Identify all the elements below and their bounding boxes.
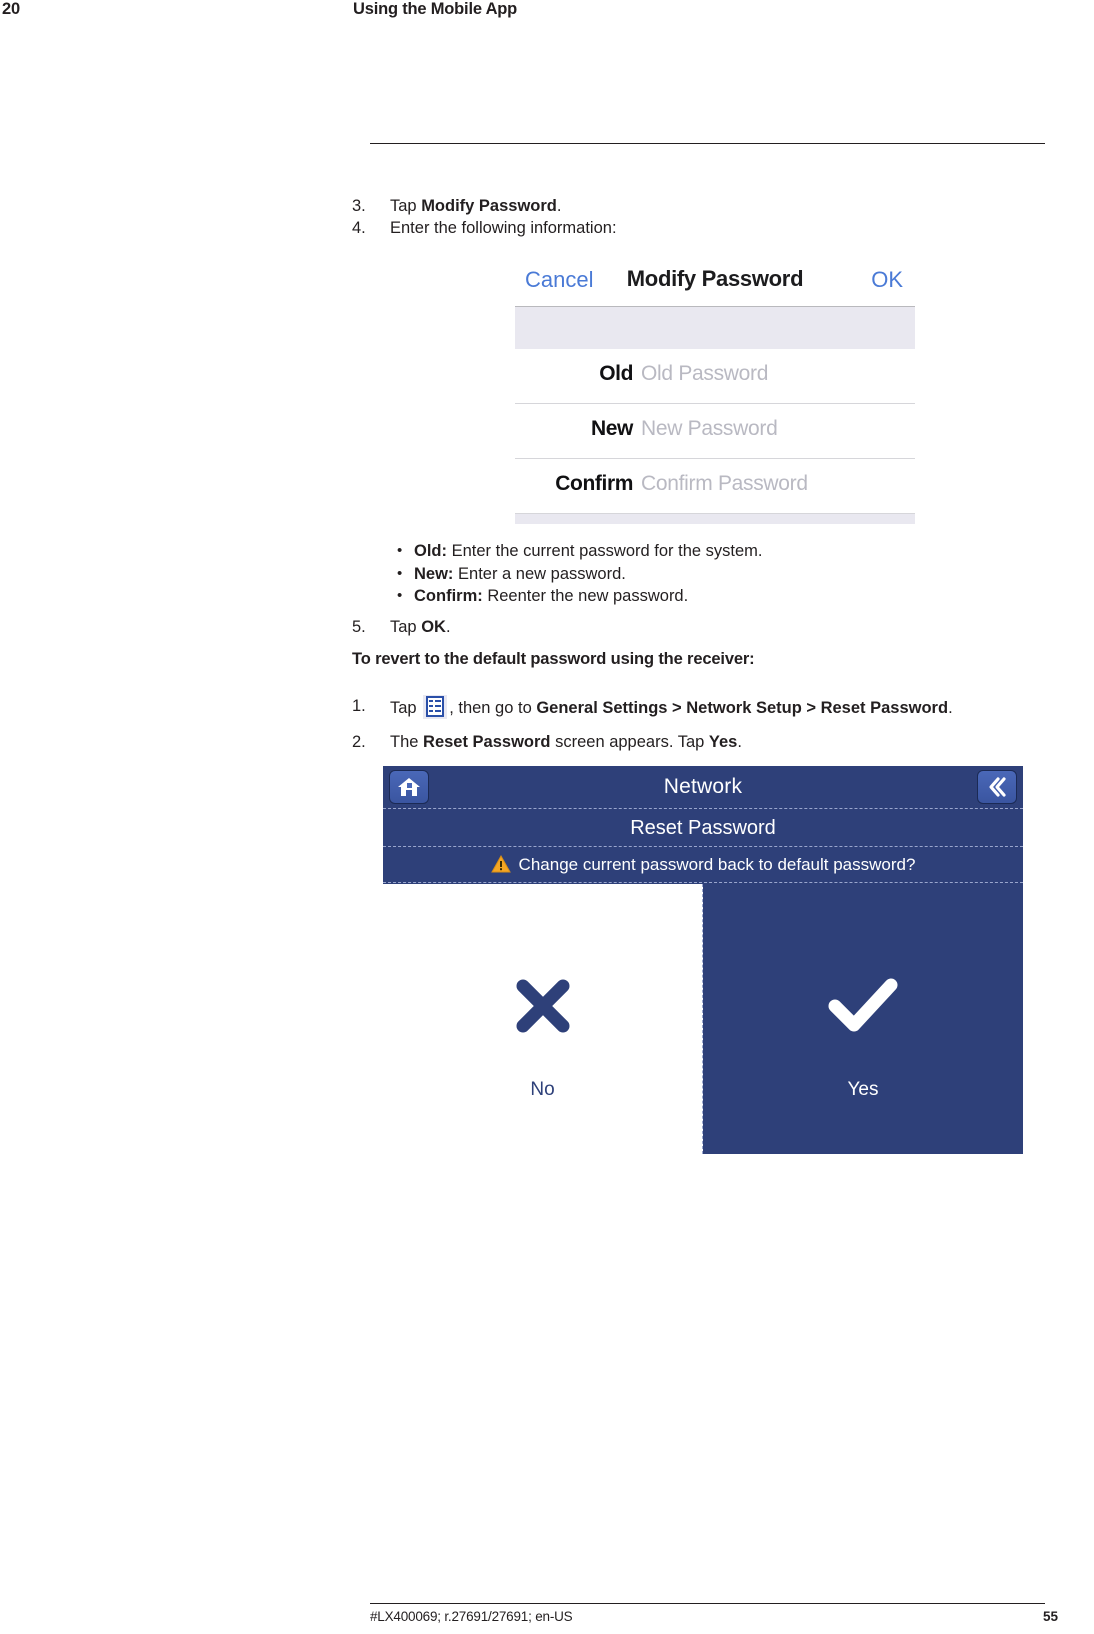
revert-step-1-text-before: Tap <box>390 699 422 717</box>
confirm-password-row[interactable]: Confirm Confirm Password <box>515 459 915 514</box>
bullet-marker: • <box>397 564 403 582</box>
revert-step-1-bold: General Settings > Network Setup > Reset… <box>536 699 949 717</box>
revert-section-heading: To revert to the default password using … <box>352 650 755 668</box>
new-password-label: New <box>591 417 633 440</box>
bullet-term-old: Old: <box>414 542 447 560</box>
step-4-number: 4. <box>352 219 366 237</box>
back-chevron-icon-glyph <box>989 777 1006 797</box>
modify-password-screenshot: Cancel Modify Password OK Old Old Passwo… <box>515 258 915 524</box>
revert-step-2-bold-2: Yes <box>708 733 738 751</box>
step-4: 4. Enter the following information: <box>352 217 992 239</box>
receiver-screen-title: Network <box>663 775 743 798</box>
no-button-label: No <box>530 1079 555 1100</box>
receiver-question-text: Change current password back to default … <box>518 855 916 874</box>
menu-icon-bar <box>429 710 434 712</box>
form-bottom-band <box>515 514 915 524</box>
step-5-text-after: . <box>445 618 451 636</box>
step-5-bold: OK <box>421 618 446 636</box>
bullet-desc-new: Enter a new password. <box>453 564 626 583</box>
form-top-band <box>515 307 915 349</box>
revert-step-1-number: 1. <box>352 697 366 715</box>
revert-step-2-text-middle: screen appears. Tap <box>550 733 709 751</box>
step-3-bold: Modify Password <box>421 197 557 215</box>
yes-button[interactable]: Yes <box>703 884 1023 1154</box>
warning-triangle-icon <box>490 851 511 885</box>
no-button[interactable]: No <box>383 884 703 1154</box>
list-item: • New: Enter a new password. <box>352 563 992 586</box>
yes-button-label: Yes <box>847 1079 879 1100</box>
bullet-desc-confirm: Reenter the new password. <box>482 587 689 605</box>
confirm-password-label: Confirm <box>555 472 633 495</box>
step-3-number: 3. <box>352 197 366 215</box>
header-divider <box>370 143 1045 144</box>
step-5: 5. Tap OK. <box>352 616 992 638</box>
back-chevron-icon[interactable] <box>977 770 1017 804</box>
revert-step-1-text-middle: , then go to <box>449 699 537 717</box>
footer-divider <box>370 1603 1045 1604</box>
step-5-text: Tap OK. <box>390 616 992 638</box>
step-5-number: 5. <box>352 618 366 636</box>
revert-step-2-text-before: The <box>390 733 424 751</box>
check-icon <box>703 974 1023 1043</box>
revert-step-1-text: Tap , then go to General Settings > Netw… <box>390 695 1052 719</box>
revert-step-2-bold-1: Reset Password <box>423 733 551 751</box>
revert-step-2: 2. The Reset Password screen appears. Ta… <box>352 731 1052 753</box>
revert-step-2-number: 2. <box>352 733 366 751</box>
warning-triangle-icon-glyph <box>490 854 511 873</box>
modify-password-navbar: Cancel Modify Password OK <box>515 258 915 307</box>
ok-button[interactable]: OK <box>871 267 903 293</box>
receiver-subtitle: Reset Password <box>383 810 1023 846</box>
bullet-term-new: New: <box>414 564 454 583</box>
step-4-text: Enter the following information: <box>390 219 617 237</box>
step-3-text: Tap Modify Password. <box>390 195 992 217</box>
receiver-topbar: Network <box>383 766 1023 808</box>
reset-password-receiver-screenshot: Network Reset Password Change current pa… <box>383 766 1023 1154</box>
receiver-choice-area: No Yes <box>383 884 1023 1154</box>
old-password-label: Old <box>599 362 633 385</box>
cross-icon <box>383 974 702 1043</box>
footer-page-number: 55 <box>1042 1609 1058 1624</box>
bullet-marker: • <box>397 587 403 604</box>
footer-document-id: #LX400069; r.27691/27691; en-US <box>370 1609 573 1624</box>
confirm-password-input[interactable]: Confirm Password <box>641 472 808 496</box>
new-password-input[interactable]: New Password <box>641 417 778 441</box>
menu-icon-bar <box>435 705 442 707</box>
bullet-term-confirm: Confirm: <box>414 587 483 605</box>
modify-password-title: Modify Password <box>626 266 804 291</box>
menu-icon-bar <box>429 700 434 702</box>
receiver-question-row: Change current password back to default … <box>383 848 1023 882</box>
revert-step-2-text-after: . <box>737 733 742 751</box>
revert-step-1: 1. Tap , then go to General Settings > N… <box>352 695 1052 719</box>
revert-step-1-text-after: . <box>948 699 953 717</box>
header-page-number: 20 <box>2 0 20 18</box>
field-description-list: • Old: Enter the current password for th… <box>352 540 992 608</box>
step-5-text-before: Tap <box>390 618 422 636</box>
step-3-text-before: Tap <box>390 197 422 215</box>
list-item: • Old: Enter the current password for th… <box>352 540 992 563</box>
page-header: 20 Using the Mobile App <box>0 0 1094 30</box>
menu-icon-bar <box>429 705 434 707</box>
check-icon-glyph <box>828 978 898 1032</box>
step-3: 3. Tap Modify Password. <box>352 195 992 217</box>
list-item: • Confirm: Reenter the new password. <box>352 585 992 608</box>
menu-icon-bar <box>435 710 442 712</box>
old-password-row[interactable]: Old Old Password <box>515 349 915 404</box>
menu-icon <box>423 695 448 719</box>
old-password-input[interactable]: Old Password <box>641 362 768 386</box>
menu-icon-bar <box>435 700 442 702</box>
cross-icon-glyph <box>516 979 569 1033</box>
revert-step-2-text: The Reset Password screen appears. Tap Y… <box>390 731 1052 753</box>
new-password-row[interactable]: New New Password <box>515 404 915 459</box>
bullet-desc-old: Enter the current password for the syste… <box>447 542 763 560</box>
header-chapter-title: Using the Mobile App <box>353 0 518 18</box>
bullet-marker: • <box>397 542 403 559</box>
step-3-text-after: . <box>556 197 562 215</box>
